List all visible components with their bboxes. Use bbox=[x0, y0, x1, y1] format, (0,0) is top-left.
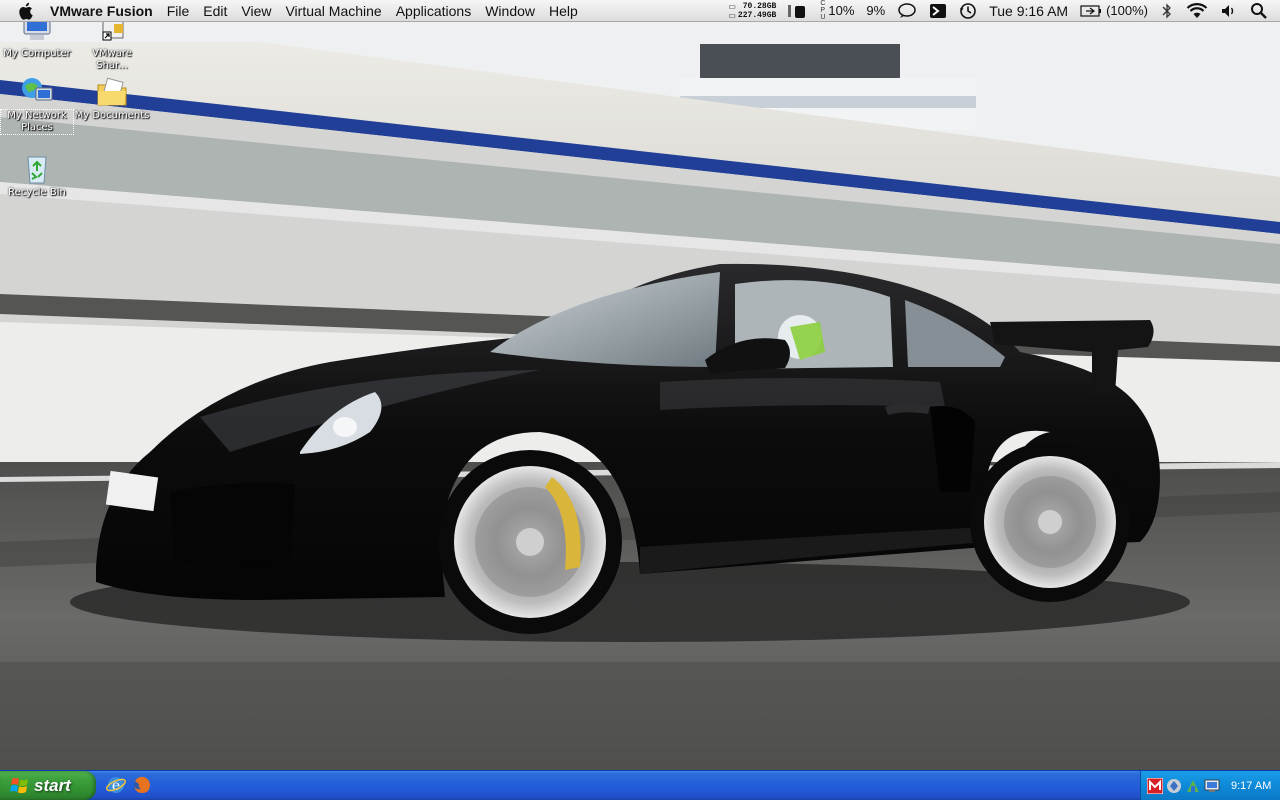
my-documents-folder-icon bbox=[97, 77, 127, 106]
menu-view[interactable]: View bbox=[234, 3, 278, 19]
status-menus: ▭ ▭ 70.28GB 227.49GB CPU 10% 9% Tue 9:16 bbox=[722, 0, 1280, 22]
desktop[interactable]: My Computer VMware Shar... My Network Pl… bbox=[0, 22, 1280, 770]
bluetooth-icon[interactable] bbox=[1154, 2, 1180, 19]
my-computer-icon bbox=[23, 22, 51, 40]
start-button[interactable]: start bbox=[0, 771, 96, 800]
wallpaper-race-car-photo bbox=[0, 22, 1280, 770]
taskbar-clock[interactable]: 9:17 AM bbox=[1231, 780, 1271, 792]
start-label: start bbox=[34, 775, 71, 795]
icon-label: My Documents bbox=[74, 110, 150, 121]
disk-free-1: 70.28GB bbox=[742, 1, 777, 11]
windows-taskbar: start e 9:17 AM bbox=[0, 770, 1280, 800]
shared-folder-shortcut-icon bbox=[102, 22, 124, 41]
menu-applications[interactable]: Applications bbox=[389, 3, 479, 19]
mem-percent: 9% bbox=[866, 3, 886, 18]
menu-clock[interactable]: Tue 9:16 AM bbox=[983, 3, 1074, 19]
desktop-icon-my-network-places[interactable]: My Network Places bbox=[0, 76, 74, 135]
time-machine-icon[interactable] bbox=[953, 2, 983, 20]
scripts-menu-icon[interactable] bbox=[923, 3, 953, 19]
menu-window[interactable]: Window bbox=[478, 3, 542, 19]
cpu-meter-icon: CPU bbox=[820, 0, 826, 21]
disk-space-monitor[interactable]: ▭ ▭ 70.28GB 227.49GB bbox=[722, 2, 782, 20]
icon-label: My Computer bbox=[3, 48, 71, 59]
volume-icon[interactable] bbox=[1214, 3, 1244, 19]
menu-edit[interactable]: Edit bbox=[196, 3, 234, 19]
menu-file[interactable]: File bbox=[160, 3, 197, 19]
battery-icon bbox=[1080, 4, 1102, 17]
cpu-percent: 10% bbox=[828, 3, 855, 18]
icon-label: VMware Shar... bbox=[92, 48, 132, 71]
system-tray: 9:17 AM bbox=[1140, 771, 1280, 800]
internet-explorer-icon[interactable]: e bbox=[106, 775, 126, 795]
disk-icon-1: ▭ bbox=[728, 1, 736, 11]
desktop-icon-my-computer[interactable]: My Computer bbox=[1, 22, 73, 60]
desktop-icon-recycle-bin[interactable]: Recycle Bin bbox=[1, 153, 73, 199]
quick-launch: e bbox=[106, 775, 152, 795]
firefox-icon[interactable] bbox=[132, 775, 152, 795]
network-places-icon bbox=[22, 78, 53, 101]
network-tray-icon[interactable] bbox=[1185, 778, 1201, 794]
icon-label: My Network Places bbox=[0, 109, 74, 135]
spotlight-search-icon[interactable] bbox=[1244, 2, 1280, 20]
icon-label: Recycle Bin bbox=[8, 187, 66, 198]
battery-percent: (100%) bbox=[1106, 3, 1148, 18]
recycle-bin-icon bbox=[27, 156, 47, 184]
windows-logo-icon bbox=[10, 777, 28, 793]
desktop-icon-my-documents[interactable]: My Documents bbox=[74, 76, 150, 122]
antivirus-m-icon[interactable] bbox=[1147, 777, 1163, 794]
disk-free-2: 227.49GB bbox=[737, 10, 777, 20]
desktop-icon-vmware-shared[interactable]: VMware Shar... bbox=[76, 22, 148, 72]
display-tray-icon[interactable] bbox=[1204, 778, 1220, 794]
cpu-monitor[interactable]: CPU 10% bbox=[814, 0, 860, 21]
menu-virtual-machine[interactable]: Virtual Machine bbox=[278, 3, 388, 19]
tray-app-icon[interactable] bbox=[1166, 778, 1182, 794]
chat-bubble-icon[interactable] bbox=[891, 2, 923, 19]
battery-status[interactable]: (100%) bbox=[1074, 3, 1154, 18]
wifi-icon[interactable] bbox=[1180, 2, 1214, 19]
apple-menu-icon[interactable] bbox=[12, 2, 42, 20]
disk-icon-2: ▭ bbox=[728, 10, 736, 20]
memory-meter-icon[interactable] bbox=[782, 3, 814, 19]
menu-help[interactable]: Help bbox=[542, 3, 585, 19]
menu-app-name[interactable]: VMware Fusion bbox=[42, 3, 160, 19]
mac-menu-bar: VMware Fusion File Edit View Virtual Mac… bbox=[0, 0, 1280, 22]
memory-monitor[interactable]: 9% bbox=[860, 3, 891, 18]
